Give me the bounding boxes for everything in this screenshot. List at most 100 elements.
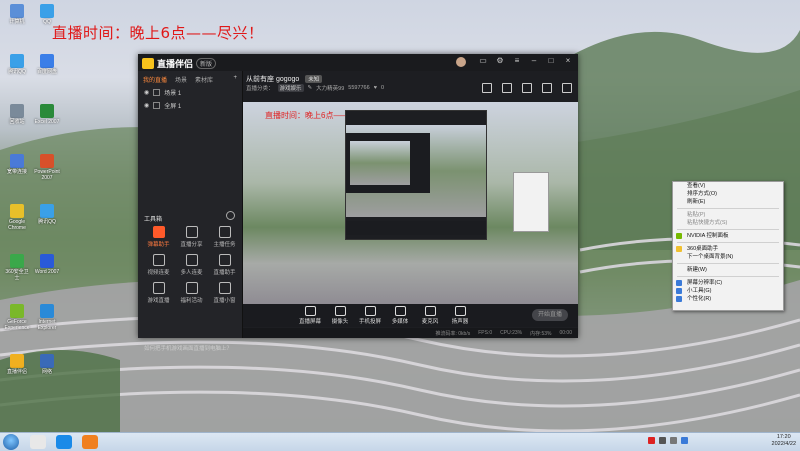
menu-item-label: 查看(V) xyxy=(687,183,706,189)
minimize-icon[interactable]: – xyxy=(530,57,538,65)
tray-ime-icon[interactable] xyxy=(681,437,688,444)
app-icon xyxy=(10,254,24,268)
tool-item[interactable]: 福利活动 xyxy=(175,282,208,304)
context-menu-item[interactable]: 个性化(R) xyxy=(673,295,783,303)
desktop-icon[interactable]: 网络 xyxy=(33,354,61,375)
menu-item-icon xyxy=(676,288,682,294)
control-icon xyxy=(304,306,316,316)
desktop-icon[interactable]: 回收站 xyxy=(3,104,31,125)
share-icon[interactable] xyxy=(562,83,572,93)
tool-item[interactable]: 直播分享 xyxy=(175,226,208,248)
edit-icon[interactable]: ✎ xyxy=(308,85,313,91)
control-label: 多媒体 xyxy=(391,319,409,325)
start-live-button[interactable]: 开始直播 xyxy=(532,309,568,321)
tool-item[interactable]: 视频连麦 xyxy=(142,254,175,276)
tab-scenes[interactable]: 场景 xyxy=(175,75,187,84)
desktop-icon[interactable]: 直播伴侣 xyxy=(3,354,31,375)
context-menu-item[interactable]: 新建(W) xyxy=(673,266,783,274)
desktop-icon[interactable]: QQ xyxy=(33,4,61,25)
context-menu-item[interactable]: NVIDIA 控制面板 xyxy=(673,232,783,240)
tray-app-icon[interactable] xyxy=(648,437,655,444)
control-button[interactable]: 扬声器 xyxy=(445,306,475,325)
desktop-icon[interactable]: 腾讯QQ xyxy=(3,54,31,75)
scene-label: 全屏 1 xyxy=(164,104,182,110)
add-tab-icon[interactable]: + xyxy=(233,75,237,84)
context-menu-item[interactable]: 360桌面助手 xyxy=(673,245,783,253)
app-icon xyxy=(40,254,54,268)
fullscreen-icon[interactable] xyxy=(542,83,552,93)
context-menu-item[interactable]: 下一个桌面背景(N) xyxy=(673,253,783,261)
maximize-icon[interactable]: □ xyxy=(547,57,555,65)
tab-assets[interactable]: 素材库 xyxy=(195,75,213,84)
settings-icon[interactable]: ⚙ xyxy=(496,57,504,65)
tab-my-live[interactable]: 我的直播 xyxy=(143,75,167,84)
start-button[interactable] xyxy=(3,434,19,450)
control-button[interactable]: 麦克风 xyxy=(415,306,445,325)
context-menu-item[interactable]: 小工具(G) xyxy=(673,287,783,295)
tray-network-icon[interactable] xyxy=(659,437,666,444)
room-info: 直播分类： 游戏娱乐 ✎ 大力精英99 5597766 ♥ 0 xyxy=(246,84,384,92)
desktop-icon-label: 宽带连接 xyxy=(6,169,27,175)
room-title[interactable]: 从前有座 gogogo xyxy=(246,76,299,83)
desktop-icon[interactable]: 腾讯QQ xyxy=(33,204,61,225)
control-button[interactable]: 摄像头 xyxy=(325,306,355,325)
control-button[interactable]: 手机投屏 xyxy=(355,306,385,325)
desktop-icon[interactable]: PowerPoint 2007 xyxy=(33,154,61,181)
tool-item[interactable]: 弹幕助手 xyxy=(142,226,175,248)
tool-item[interactable]: 游戏直播 xyxy=(142,282,175,304)
context-menu-item[interactable]: 刷新(E) xyxy=(673,198,783,206)
stream-time-overlay: 直播时间：晚上6点——尽兴！ xyxy=(52,24,264,42)
qq-taskbar-icon[interactable] xyxy=(30,435,46,449)
desktop-icon[interactable]: 百度网盘 xyxy=(33,54,61,75)
preview-context-menu xyxy=(513,172,549,232)
app-icon xyxy=(10,354,24,368)
tool-item[interactable]: 多人连麦 xyxy=(175,254,208,276)
user-avatar[interactable] xyxy=(456,57,466,67)
scene-item[interactable]: ◉ 全屏 1 xyxy=(138,97,242,110)
scene-item[interactable]: ◉ 场景 1 xyxy=(138,84,242,97)
kugou-taskbar-icon[interactable] xyxy=(56,435,72,449)
tool-item[interactable]: 主播任务 xyxy=(208,226,241,248)
menu-icon[interactable]: ≡ xyxy=(513,57,521,65)
toolbox-settings-icon[interactable] xyxy=(226,211,235,220)
gift-icon[interactable] xyxy=(482,83,492,93)
control-button[interactable]: 直播屏幕 xyxy=(295,306,325,325)
tool-item[interactable]: 直播小窗 xyxy=(208,282,241,304)
desktop-icon[interactable]: Google Chrome xyxy=(3,204,31,231)
context-menu-item[interactable]: 查看(V) xyxy=(673,182,783,190)
eye-icon[interactable]: ◉ xyxy=(144,89,149,96)
status-item: 00:00 xyxy=(559,330,572,336)
desktop-icon[interactable]: 计算机 xyxy=(3,4,31,25)
app-icon xyxy=(40,154,54,168)
scene-icon xyxy=(153,89,161,96)
version-badge[interactable]: 新版 xyxy=(196,58,217,69)
desktop-icon[interactable]: 宽带连接 xyxy=(3,154,31,175)
room-category[interactable]: 游戏娱乐 xyxy=(277,84,304,92)
context-menu-item[interactable]: 屏幕分辨率(C) xyxy=(673,279,783,287)
menu-item-label: 下一个桌面背景(N) xyxy=(687,254,734,260)
desktop-icon-label: 360安全卫士 xyxy=(5,269,29,281)
tool-label: 游戏直播 xyxy=(147,298,170,304)
close-icon[interactable]: × xyxy=(564,57,572,65)
context-menu-item[interactable]: 排序方式(O) xyxy=(673,190,783,198)
help-notice[interactable]: 如何把手机游戏画面直播到电脑上？ xyxy=(144,344,232,352)
tool-label: 福利活动 xyxy=(180,298,203,304)
desktop-icon[interactable]: Word 2007 xyxy=(33,254,61,275)
desktop-icon[interactable]: Internet Explorer xyxy=(33,304,61,331)
home-icon[interactable] xyxy=(502,83,512,93)
tool-item[interactable]: 直播助手 xyxy=(208,254,241,276)
message-icon[interactable]: ▭ xyxy=(479,57,487,65)
stream-preview[interactable]: 直播时间：晚上6点——尽兴！ xyxy=(243,102,578,304)
category-label: 直播分类： xyxy=(246,86,274,92)
zhibo-taskbar-icon[interactable] xyxy=(82,435,98,449)
desktop-icon[interactable]: Excel 2007 xyxy=(33,104,61,125)
status-item: CPU:23% xyxy=(500,330,523,336)
eye-icon[interactable]: ◉ xyxy=(144,102,149,109)
menu-item-label: 粘贴快捷方式(S) xyxy=(687,220,728,226)
control-button[interactable]: 多媒体 xyxy=(385,306,415,325)
desktop-icon[interactable]: GeForce Experience xyxy=(3,304,31,331)
tray-volume-icon[interactable] xyxy=(670,437,677,444)
clock[interactable]: 17:20 2022/4/22 xyxy=(772,434,796,448)
desktop-icon[interactable]: 360安全卫士 xyxy=(3,254,31,281)
chat-icon[interactable] xyxy=(522,83,532,93)
